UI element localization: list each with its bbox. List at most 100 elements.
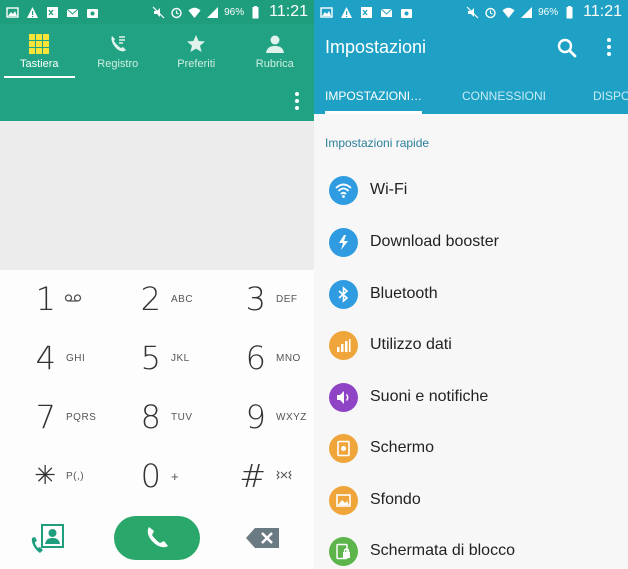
mute-icon <box>152 6 165 19</box>
key-5[interactable]: 5 JKL <box>105 329 209 387</box>
key-1[interactable]: 1 <box>0 270 104 328</box>
battery-icon <box>249 5 262 19</box>
settings-item-wifi[interactable]: Wi-Fi <box>314 165 628 215</box>
voicemail-icon <box>64 293 82 306</box>
settings-header: Impostazioni IMPOSTAZIONI… CONNESSIONI D… <box>314 24 628 114</box>
key-star[interactable]: ✳ P(,) <box>0 447 104 505</box>
key-7[interactable]: 7 PQRS <box>0 388 104 446</box>
key-8[interactable]: 8 TUV <box>105 388 209 446</box>
add-contact-button[interactable] <box>30 522 66 556</box>
settings-item-label: Schermata di blocco <box>370 542 515 559</box>
clock: 11:21 <box>583 3 622 20</box>
settings-item-label: Wi-Fi <box>370 181 408 198</box>
tab-contacts[interactable]: Rubrica <box>236 24 315 78</box>
person-icon <box>264 33 286 55</box>
bluetooth-icon <box>329 279 358 309</box>
settings-item-data-usage[interactable]: Utilizzo dati <box>314 320 628 370</box>
key-letters: P(,) <box>66 470 85 482</box>
warning-icon <box>340 6 353 19</box>
add-contact-icon <box>31 524 64 553</box>
key-letters: + <box>171 468 180 484</box>
search-icon <box>557 38 577 58</box>
wifi-icon <box>329 175 358 205</box>
dialer-actions <box>0 510 314 569</box>
key-digit: 9 <box>245 398 266 436</box>
key-9[interactable]: 9 WXYZ <box>210 388 314 446</box>
backspace-icon <box>246 528 279 548</box>
key-digit: 4 <box>35 339 56 377</box>
dialer-tabs: Tastiera Registro Preferiti Rubrica <box>0 24 314 78</box>
tab-device[interactable]: DISPO <box>593 78 628 114</box>
call-button[interactable] <box>114 516 200 560</box>
key-6[interactable]: 6 MNO <box>210 329 314 387</box>
mail-icon <box>66 6 79 19</box>
battery-percent: 96% <box>224 6 245 18</box>
key-digit: 2 <box>140 280 161 318</box>
tab-call-log[interactable]: Registro <box>79 24 158 78</box>
settings-item-label: Utilizzo dati <box>370 336 452 353</box>
backspace-button[interactable] <box>245 526 281 550</box>
lock-screen-icon <box>329 536 358 566</box>
number-display[interactable] <box>0 121 314 270</box>
dialer-screen: 96% 11:21 Tastiera Registro Preferiti Ru… <box>0 0 314 569</box>
tab-label: Preferiti <box>177 57 216 70</box>
key-letters: JKL <box>171 352 190 364</box>
settings-item-download-booster[interactable]: Download booster <box>314 217 628 267</box>
key-2[interactable]: 2 ABC <box>105 270 209 328</box>
key-digit: 7 <box>35 398 56 436</box>
key-digit: 6 <box>245 339 266 377</box>
key-letters: WXYZ <box>276 411 307 423</box>
key-letters: DEF <box>276 293 298 305</box>
page-title: Impostazioni <box>325 37 427 57</box>
key-letters: TUV <box>171 411 193 423</box>
download-booster-icon <box>329 227 358 257</box>
wallpaper-icon <box>329 485 358 515</box>
dialpad-icon <box>28 33 50 55</box>
key-letters: MNO <box>276 352 301 364</box>
tab-quick-settings[interactable]: IMPOSTAZIONI… <box>325 78 423 114</box>
wifi-status-icon <box>188 6 201 19</box>
key-letters: PQRS <box>66 411 97 423</box>
settings-item-label: Schermo <box>370 439 435 456</box>
key-4[interactable]: 4 GHI <box>0 329 104 387</box>
key-digit: 0 <box>140 457 161 495</box>
call-log-icon <box>107 33 129 55</box>
settings-item-wallpaper[interactable]: Sfondo <box>314 475 628 525</box>
key-letters: GHI <box>66 352 86 364</box>
vibrate-icon <box>276 469 292 484</box>
signal-icon <box>206 6 219 19</box>
signal-icon <box>520 6 533 19</box>
sound-icon <box>329 382 358 412</box>
image-notification-icon <box>6 6 19 19</box>
tab-keypad[interactable]: Tastiera <box>0 24 79 78</box>
tab-label: Tastiera <box>19 57 59 70</box>
keypad: 1 2 ABC 3 DEF 4 GHI 5 JKL 6 MNO 7 PQRS 8… <box>0 270 314 510</box>
battery-percent: 96% <box>538 6 559 18</box>
dialer-header: Tastiera Registro Preferiti Rubrica <box>0 24 314 121</box>
display-icon <box>329 433 358 463</box>
key-digit: 8 <box>140 398 161 436</box>
more-options-icon[interactable] <box>606 38 612 56</box>
settings-item-label: Download booster <box>370 233 499 250</box>
phone-icon <box>147 527 168 548</box>
settings-item-sounds[interactable]: Suoni e notifiche <box>314 372 628 422</box>
settings-item-display[interactable]: Schermo <box>314 423 628 473</box>
wifi-status-icon <box>502 6 515 19</box>
mute-icon <box>466 6 479 19</box>
tab-favorites[interactable]: Preferiti <box>157 24 236 78</box>
settings-item-lock-screen[interactable]: Schermata di blocco <box>314 526 628 569</box>
settings-item-bluetooth[interactable]: Bluetooth <box>314 269 628 319</box>
image-notification-icon <box>320 6 333 19</box>
search-button[interactable] <box>556 37 578 59</box>
spreadsheet-icon <box>46 6 59 19</box>
key-hash[interactable]: # <box>210 447 314 505</box>
tab-connections[interactable]: CONNESSIONI <box>462 78 546 114</box>
more-options-icon[interactable] <box>294 92 300 110</box>
settings-item-label: Suoni e notifiche <box>370 388 489 405</box>
key-3[interactable]: 3 DEF <box>210 270 314 328</box>
warning-icon <box>26 6 39 19</box>
key-digit: ✳ <box>34 461 56 491</box>
key-0[interactable]: 0 + <box>105 447 209 505</box>
mail-icon <box>380 6 393 19</box>
key-digit: 3 <box>245 280 266 318</box>
